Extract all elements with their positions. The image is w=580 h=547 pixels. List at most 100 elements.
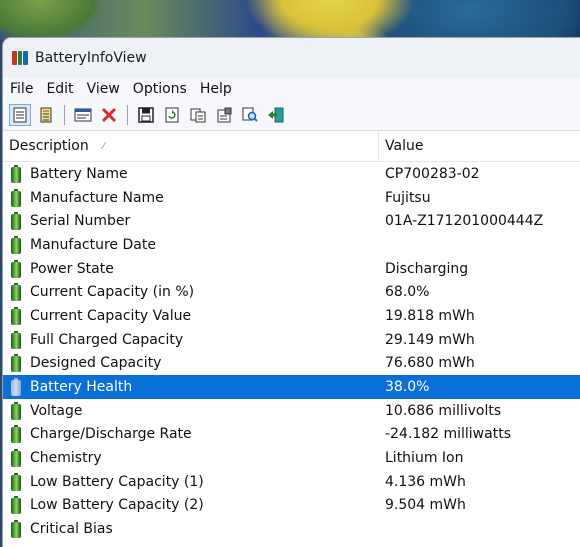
row-value: 68.0%: [385, 284, 430, 301]
copy-icon: [190, 108, 206, 123]
properties-button[interactable]: [72, 104, 94, 126]
row-value: -24.182 milliwatts: [385, 426, 511, 443]
battery-icon: [11, 520, 21, 539]
row-value: Lithium Ion: [385, 450, 464, 467]
list-view-icon: [13, 107, 27, 123]
row-value: 38.0%: [385, 379, 430, 396]
save-icon: [138, 107, 154, 123]
battery-icon: [11, 235, 21, 254]
row-description: Current Capacity Value: [30, 307, 192, 324]
battery-icon: [11, 330, 21, 349]
value-header-label: Value: [385, 138, 424, 154]
html-report-button[interactable]: [35, 104, 57, 126]
row-description: Low Battery Capacity (2): [30, 497, 204, 514]
row-description: Manufacture Date: [30, 236, 156, 253]
battery-icon: [11, 378, 21, 397]
refresh-icon: [165, 107, 179, 123]
description-column-header[interactable]: Description ⁄: [3, 131, 379, 161]
table-row[interactable]: Designed Capacity 76.680 mWh: [3, 352, 580, 376]
battery-icon: [11, 449, 21, 468]
row-value: CP700283-02: [385, 165, 480, 182]
sort-ascending-icon: ⁄: [102, 140, 105, 152]
row-description: Battery Name: [30, 165, 128, 182]
row-description: Current Capacity (in %): [30, 284, 195, 301]
row-description: Serial Number: [30, 213, 131, 230]
battery-icon: [11, 306, 21, 325]
list-header: Description ⁄ Value: [3, 131, 580, 162]
description-header-label: Description: [9, 138, 89, 154]
refresh-button[interactable]: [161, 104, 183, 126]
table-row[interactable]: Manufacture Name Fujitsu: [3, 186, 580, 210]
row-value: 19.818 mWh: [385, 307, 475, 324]
table-row[interactable]: Low Battery Capacity (2) 9.504 mWh: [3, 494, 580, 518]
table-row[interactable]: Serial Number 01A-Z171201000444Z: [3, 209, 580, 233]
menu-bar: File Edit View Options Help: [3, 78, 580, 100]
desktop-wallpaper: [0, 0, 580, 40]
app-icon: [12, 51, 29, 65]
battery-icon: [11, 401, 21, 420]
battery-icon: [11, 259, 21, 278]
table-row[interactable]: Battery Name CP700283-02: [3, 162, 580, 186]
row-description: Battery Health: [30, 379, 133, 396]
battery-info-list: Battery Name CP700283-02 Manufacture Name…: [3, 162, 580, 541]
row-value: 01A-Z171201000444Z: [385, 213, 544, 230]
table-row[interactable]: Charge/Discharge Rate -24.182 milliwatts: [3, 423, 580, 447]
delete-button[interactable]: [98, 104, 120, 126]
table-row[interactable]: Current Capacity (in %) 68.0%: [3, 280, 580, 304]
row-value: Fujitsu: [385, 189, 431, 206]
battery-icon: [11, 472, 21, 491]
row-description: Charge/Discharge Rate: [30, 426, 192, 443]
copy-button[interactable]: [187, 104, 209, 126]
row-value: 29.149 mWh: [385, 331, 475, 348]
row-description: Low Battery Capacity (1): [30, 473, 204, 490]
find-button[interactable]: [239, 104, 261, 126]
find-icon: [242, 107, 258, 122]
toolbar-separator: [127, 105, 128, 125]
save-button[interactable]: [135, 104, 157, 126]
table-row[interactable]: Full Charged Capacity 29.149 mWh: [3, 328, 580, 352]
menu-view[interactable]: View: [85, 81, 127, 97]
row-value: Discharging: [385, 260, 469, 277]
row-description: Designed Capacity: [30, 355, 162, 372]
row-description: Critical Bias: [30, 521, 113, 538]
row-description: Power State: [30, 260, 114, 277]
table-row[interactable]: Current Capacity Value 19.818 mWh: [3, 304, 580, 328]
table-row[interactable]: Manufacture Date: [3, 233, 580, 257]
row-value: 10.686 millivolts: [385, 402, 502, 419]
row-description: Voltage: [30, 402, 83, 419]
delete-icon: [101, 107, 117, 123]
value-column-header[interactable]: Value: [379, 131, 423, 161]
row-value: 9.504 mWh: [385, 497, 466, 514]
battery-icon: [11, 188, 21, 207]
table-row[interactable]: Low Battery Capacity (1) 4.136 mWh: [3, 470, 580, 494]
row-description: Chemistry: [30, 450, 102, 467]
window-title: BatteryInfoView: [35, 50, 147, 66]
row-value: 76.680 mWh: [385, 355, 475, 372]
row-description: Full Charged Capacity: [30, 331, 184, 348]
options-icon: [217, 107, 232, 123]
menu-edit[interactable]: Edit: [44, 81, 80, 97]
toolbar-separator: [64, 105, 65, 125]
properties-icon: [74, 108, 92, 122]
menu-options[interactable]: Options: [131, 81, 194, 97]
battery-icon: [11, 283, 21, 302]
options-button[interactable]: [213, 104, 235, 126]
battery-icon: [11, 425, 21, 444]
menu-help[interactable]: Help: [198, 81, 239, 97]
title-bar[interactable]: BatteryInfoView: [3, 38, 580, 78]
battery-icon: [11, 212, 21, 231]
list-view-button[interactable]: [9, 104, 31, 126]
exit-button[interactable]: [265, 104, 287, 126]
table-row[interactable]: Power State Discharging: [3, 257, 580, 281]
table-row[interactable]: Critical Bias: [3, 517, 580, 541]
battery-icon: [11, 164, 21, 183]
app-window: BatteryInfoView File Edit View Options H…: [3, 38, 580, 547]
table-row[interactable]: Voltage 10.686 millivolts: [3, 399, 580, 423]
table-row-selected[interactable]: Battery Health 38.0%: [3, 375, 580, 399]
row-value: 4.136 mWh: [385, 473, 466, 490]
table-row[interactable]: Chemistry Lithium Ion: [3, 446, 580, 470]
battery-icon: [11, 496, 21, 515]
menu-file[interactable]: File: [8, 81, 40, 97]
row-description: Manufacture Name: [30, 189, 164, 206]
toolbar: [3, 100, 580, 131]
